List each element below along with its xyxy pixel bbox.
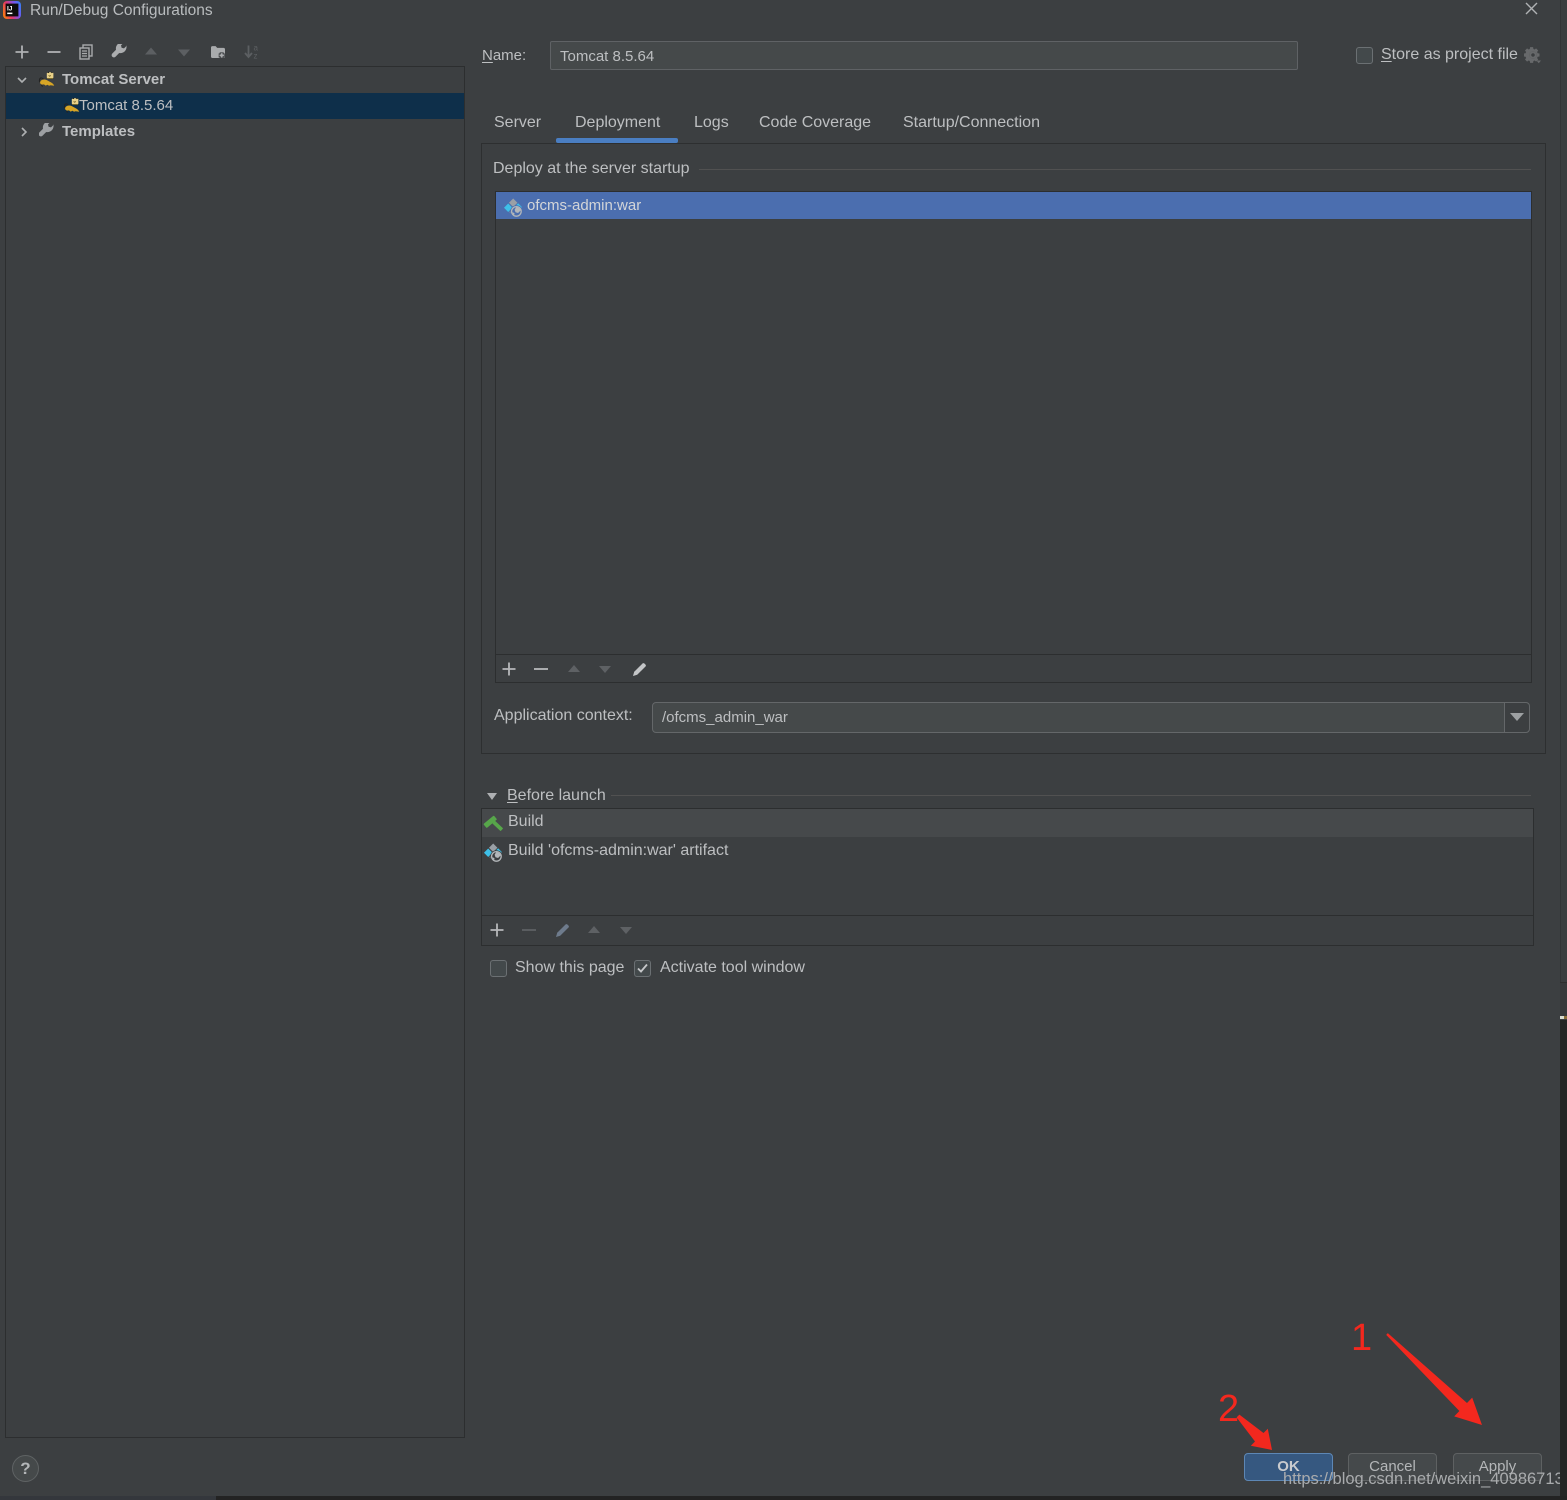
svg-text:1: 1 bbox=[1351, 1317, 1372, 1359]
svg-text:2: 2 bbox=[1218, 1388, 1239, 1430]
